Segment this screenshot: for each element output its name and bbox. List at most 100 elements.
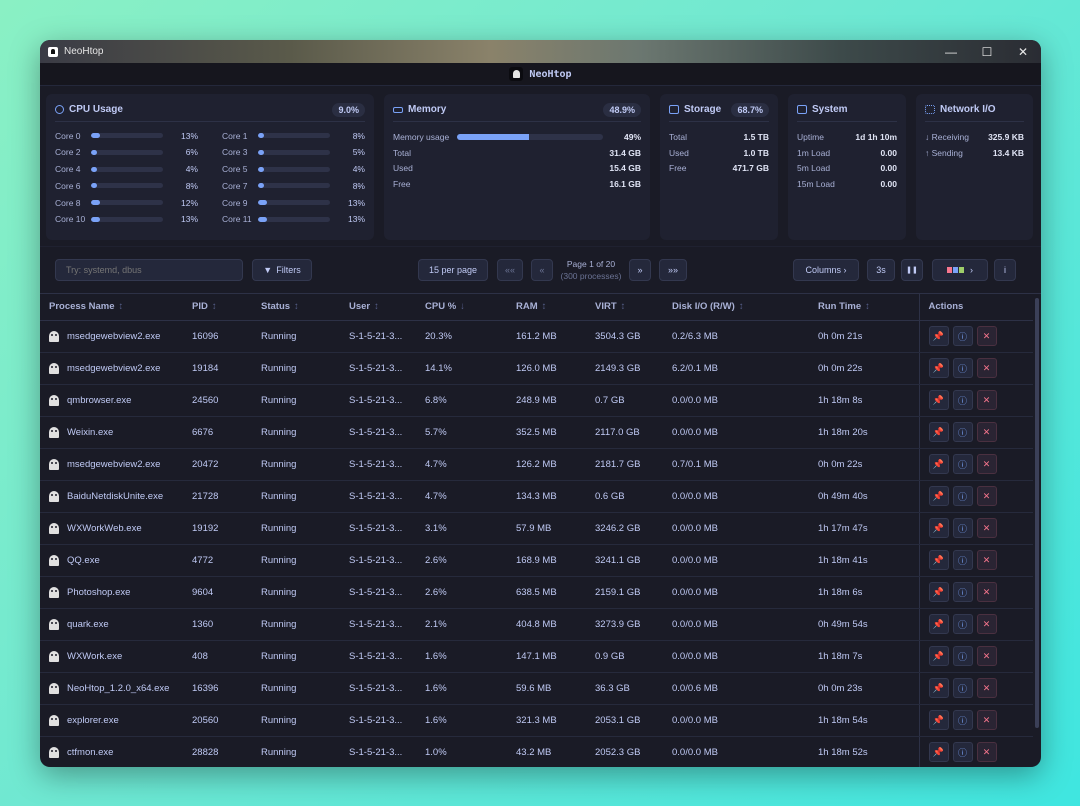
table-row[interactable]: QQ.exe 4772 Running S-1-5-21-3... 2.6% 168.9 …: [40, 544, 1033, 577]
table-row[interactable]: msedgewebview2.exe 19184 Running S-1-5-21-3…: [40, 352, 1033, 385]
table-row[interactable]: WXWorkWeb.exe 19192 Running S-1-5-21-3... 3.…: [40, 512, 1033, 545]
sort-icon[interactable]: ↕: [621, 301, 626, 312]
refresh-rate-button[interactable]: 3s: [867, 259, 895, 281]
per-page-select[interactable]: 15 per page: [418, 259, 488, 281]
search-input[interactable]: [55, 259, 243, 281]
info-icon[interactable]: ⓘ: [952, 742, 973, 762]
kill-process-icon[interactable]: ✕: [976, 646, 997, 666]
pin-icon[interactable]: 📌: [928, 518, 949, 538]
info-icon[interactable]: ⓘ: [952, 358, 973, 378]
column-header[interactable]: Actions: [918, 294, 1033, 321]
scrollbar[interactable]: [1035, 298, 1039, 728]
kill-process-icon[interactable]: ✕: [976, 678, 997, 698]
column-header[interactable]: Disk I/O (R/W) ↕: [663, 294, 809, 321]
cpu-core-row: Core 8 12%: [55, 196, 198, 209]
kill-process-icon[interactable]: ✕: [976, 518, 997, 538]
table-cell: 248.9 MB: [507, 384, 586, 417]
pin-icon[interactable]: 📌: [928, 710, 949, 730]
kill-process-icon[interactable]: ✕: [976, 454, 997, 474]
minimize-icon[interactable]: —: [933, 40, 969, 63]
info-icon[interactable]: ⓘ: [952, 422, 973, 442]
info-icon[interactable]: ⓘ: [952, 678, 973, 698]
pin-icon[interactable]: 📌: [928, 358, 949, 378]
table-row[interactable]: ctfmon.exe 28828 Running S-1-5-21-3... 1.0% 4…: [40, 736, 1033, 767]
kill-process-icon[interactable]: ✕: [976, 486, 997, 506]
process-name: msedgewebview2.exe: [67, 330, 161, 342]
pin-icon[interactable]: 📌: [928, 582, 949, 602]
pin-icon[interactable]: 📌: [928, 646, 949, 666]
table-cell: Running: [252, 672, 340, 705]
next-page-button[interactable]: »: [629, 259, 651, 281]
sort-icon[interactable]: ↕: [739, 301, 744, 312]
info-icon[interactable]: ⓘ: [952, 518, 973, 538]
kill-process-icon[interactable]: ✕: [976, 614, 997, 634]
info-icon[interactable]: ⓘ: [952, 646, 973, 666]
info-icon[interactable]: ⓘ: [952, 326, 973, 346]
table-row[interactable]: Weixin.exe 6676 Running S-1-5-21-3... 5.7% 35…: [40, 416, 1033, 449]
column-header[interactable]: RAM ↕: [507, 294, 586, 321]
sort-icon[interactable]: ↕: [118, 301, 123, 312]
memory-stat-row: Total 31.4 GB: [393, 145, 641, 161]
pin-icon[interactable]: 📌: [928, 486, 949, 506]
kill-process-icon[interactable]: ✕: [976, 742, 997, 762]
table-row[interactable]: BaiduNetdiskUnite.exe 21728 Running S-1-5-2…: [40, 480, 1033, 513]
table-row[interactable]: msedgewebview2.exe 16096 Running S-1-5-21-3…: [40, 320, 1033, 353]
table-cell: 1.6%: [416, 704, 507, 737]
pin-icon[interactable]: 📌: [928, 326, 949, 346]
filters-button[interactable]: ▼ Filters: [252, 259, 312, 281]
sort-icon[interactable]: ↕: [374, 301, 379, 312]
table-row[interactable]: explorer.exe 20560 Running S-1-5-21-3... 1.6…: [40, 704, 1033, 737]
table-row[interactable]: Photoshop.exe 9604 Running S-1-5-21-3... 2.6…: [40, 576, 1033, 609]
kill-process-icon[interactable]: ✕: [976, 358, 997, 378]
maximize-icon[interactable]: ☐: [969, 40, 1005, 63]
kill-process-icon[interactable]: ✕: [976, 710, 997, 730]
pin-icon[interactable]: 📌: [928, 678, 949, 698]
table-row[interactable]: msedgewebview2.exe 20472 Running S-1-5-21-3…: [40, 448, 1033, 481]
pause-button[interactable]: ❚❚: [901, 259, 923, 281]
table-row[interactable]: qmbrowser.exe 24560 Running S-1-5-21-3... 6.…: [40, 384, 1033, 417]
info-icon[interactable]: ⓘ: [952, 390, 973, 410]
columns-button[interactable]: Columns ›: [793, 259, 859, 281]
table-row[interactable]: WXWork.exe 408 Running S-1-5-21-3... 1.6% 147…: [40, 640, 1033, 673]
close-icon[interactable]: ✕: [1005, 40, 1041, 63]
kill-process-icon[interactable]: ✕: [976, 582, 997, 602]
sort-icon[interactable]: ↕: [294, 301, 299, 312]
table-row[interactable]: quark.exe 1360 Running S-1-5-21-3... 2.1% 404…: [40, 608, 1033, 641]
column-header[interactable]: Run Time ↕: [809, 294, 919, 321]
info-icon[interactable]: ⓘ: [952, 614, 973, 634]
sort-icon[interactable]: ↕: [212, 301, 217, 312]
table-row[interactable]: NeoHtop_1.2.0_x64.exe 16396 Running S-1-5-2…: [40, 672, 1033, 705]
table-cell: 2159.1 GB: [586, 576, 663, 609]
kill-process-icon[interactable]: ✕: [976, 422, 997, 442]
info-button[interactable]: i: [994, 259, 1016, 281]
info-icon[interactable]: ⓘ: [952, 582, 973, 602]
info-icon[interactable]: ⓘ: [952, 486, 973, 506]
pin-icon[interactable]: 📌: [928, 454, 949, 474]
sort-icon[interactable]: ↕: [542, 301, 547, 312]
table-cell: Running: [252, 448, 340, 481]
theme-button[interactable]: ›: [932, 259, 988, 281]
column-header[interactable]: Process Name ↕: [40, 294, 183, 321]
table-cell: 57.9 MB: [507, 512, 586, 545]
pin-icon[interactable]: 📌: [928, 742, 949, 762]
kill-process-icon[interactable]: ✕: [976, 390, 997, 410]
column-header[interactable]: VIRT ↕: [586, 294, 663, 321]
column-header[interactable]: Status ↕: [252, 294, 340, 321]
info-icon[interactable]: ⓘ: [952, 710, 973, 730]
column-header[interactable]: PID ↕: [183, 294, 252, 321]
pin-icon[interactable]: 📌: [928, 550, 949, 570]
sort-icon[interactable]: ↓: [460, 301, 465, 312]
info-icon[interactable]: ⓘ: [952, 550, 973, 570]
kill-process-icon[interactable]: ✕: [976, 550, 997, 570]
sort-icon[interactable]: ↕: [865, 301, 870, 312]
pin-icon[interactable]: 📌: [928, 614, 949, 634]
kill-process-icon[interactable]: ✕: [976, 326, 997, 346]
column-header[interactable]: User ↕: [340, 294, 416, 321]
first-page-button[interactable]: ««: [497, 259, 523, 281]
column-header[interactable]: CPU % ↓: [416, 294, 507, 321]
last-page-button[interactable]: »»: [659, 259, 687, 281]
pin-icon[interactable]: 📌: [928, 422, 949, 442]
prev-page-button[interactable]: «: [531, 259, 553, 281]
info-icon[interactable]: ⓘ: [952, 454, 973, 474]
pin-icon[interactable]: 📌: [928, 390, 949, 410]
